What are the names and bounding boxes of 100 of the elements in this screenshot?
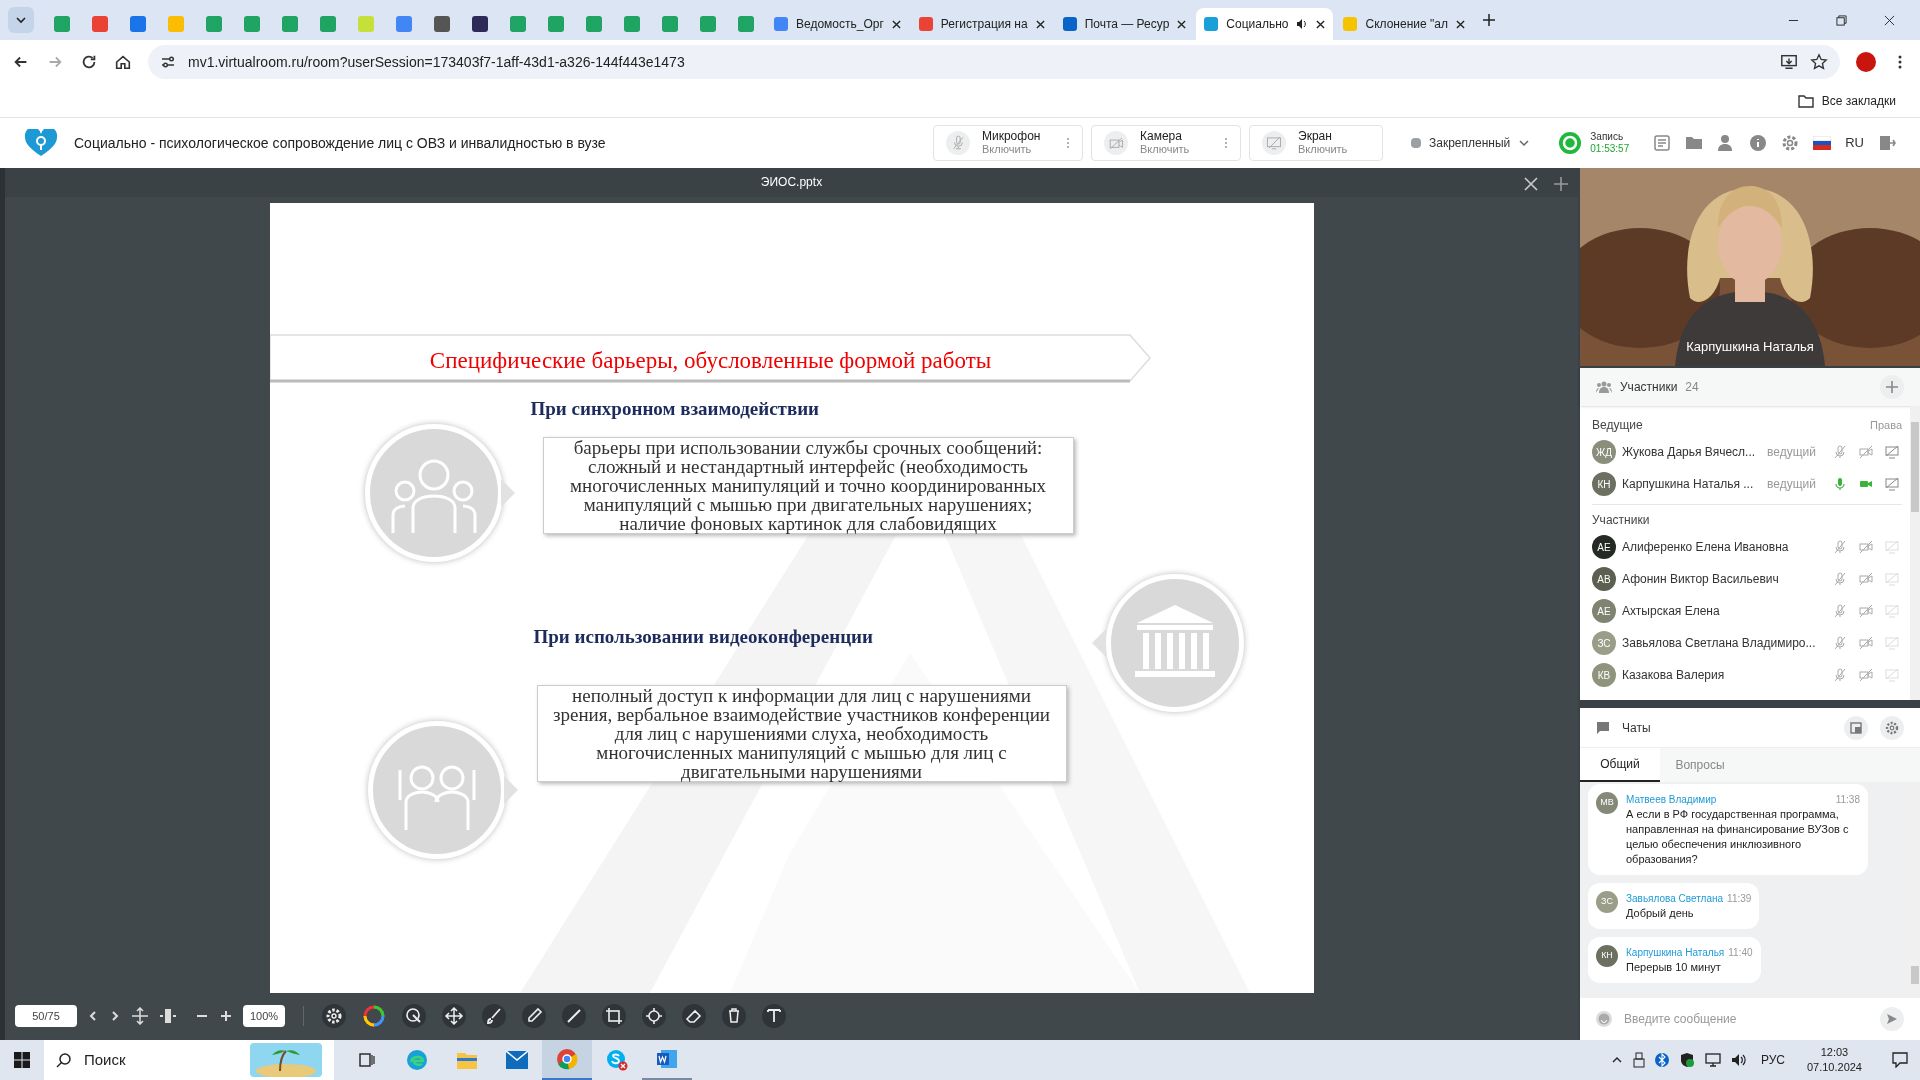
input-language[interactable]: РУС [1760,1051,1785,1069]
camera-off-icon[interactable] [1859,604,1873,618]
toggle-camera-button[interactable]: Камера Включить [1091,125,1241,161]
shield-icon[interactable] [1678,1052,1695,1068]
clock-date[interactable]: 07.10.2024 [1806,1060,1862,1075]
install-icon[interactable] [1780,53,1798,71]
browser-tab[interactable]: Почта — Ресур [1054,8,1195,40]
home-icon[interactable] [114,53,132,71]
star-icon[interactable] [1810,53,1828,71]
previous-icon[interactable] [87,1010,99,1023]
fit-width-icon[interactable] [159,1007,177,1026]
scrollbar[interactable] [1910,406,1920,700]
folder-icon[interactable] [1685,134,1704,152]
notes-icon[interactable] [1653,134,1672,152]
bluetooth-icon[interactable] [1654,1052,1669,1068]
text-tool-icon[interactable] [762,1004,786,1029]
screen-share-icon[interactable] [1885,445,1899,459]
close-icon[interactable] [1035,19,1045,29]
move-icon[interactable] [442,1004,466,1029]
next-icon[interactable] [109,1010,121,1023]
mic-off-icon[interactable] [1833,540,1847,554]
usb-icon[interactable] [1632,1052,1645,1068]
logo-icon [24,129,58,157]
brush-icon[interactable] [482,1004,506,1029]
mic-off-icon [946,131,970,155]
pencil-icon[interactable] [522,1004,546,1029]
browser-tab[interactable]: Социально [1196,8,1334,40]
taskbar-search[interactable]: Поиск [44,1040,334,1080]
crop-icon[interactable] [602,1004,626,1029]
address-bar[interactable]: mv1.virtualroom.ru/room?userSession=173403f7-1aff-43d1-a326-144f443e1473 [148,45,1840,79]
flag-icon[interactable] [1813,136,1832,150]
browser-tab[interactable]: Регистрация на [910,8,1053,40]
toggle-screen-button[interactable]: Экран Включить [1249,125,1383,161]
clock-time[interactable]: 12:03 [1820,1045,1849,1060]
info-icon[interactable] [1749,134,1768,152]
profile-avatar[interactable] [1856,52,1876,72]
close-icon[interactable] [1316,19,1326,29]
browser-tab[interactable]: Ведомость_Орг [766,8,909,40]
screen-share-icon[interactable] [1885,477,1899,491]
more-icon[interactable] [1224,137,1228,149]
text-box: неполный доступ к информации для лиц с нарушениями зрения, вербальное взаимодействие участников конференции для лиц с нарушениями слуха, необходимость многочисленных манипуляций с мышью для лиц с двигательными нарушениями [536,684,1067,782]
speaker-icon[interactable] [1730,1053,1747,1067]
author-name: Матвеев Владимир [1626,793,1717,807]
send-button[interactable] [1880,1007,1904,1031]
pinned-dropdown[interactable]: Закрепленный [1399,125,1543,161]
mic-off-icon[interactable] [1833,445,1847,459]
message-input[interactable]: Введите сообщение [1624,1010,1868,1028]
participant-name: Алиференко Елена Ивановна [1622,539,1790,556]
zoom-in-icon[interactable] [219,1009,233,1024]
exit-icon[interactable] [1878,134,1896,152]
trash-icon[interactable] [722,1004,746,1029]
mic-off-icon[interactable] [1833,572,1847,586]
camera-off-icon[interactable] [1859,572,1873,586]
mic-off-icon[interactable] [1833,636,1847,650]
fit-icon[interactable] [131,1007,149,1026]
emoji-icon[interactable] [1596,1011,1612,1027]
popout-button[interactable] [1844,715,1868,740]
mic-off-icon[interactable] [1833,604,1847,618]
target-icon[interactable] [642,1004,666,1029]
more-icon[interactable] [1066,137,1070,149]
all-bookmarks-link[interactable]: Все закладки [1821,91,1896,110]
settings-icon[interactable] [322,1004,346,1029]
plus-icon[interactable] [1554,177,1568,191]
camera-off-icon[interactable] [1859,445,1873,459]
tab-list-button[interactable] [8,7,34,33]
language-label[interactable]: RU [1845,133,1864,153]
color-picker-icon[interactable] [362,1004,386,1029]
author-name: Карпушкина Наталья [1626,946,1725,960]
camera-off-icon[interactable] [1859,668,1873,682]
reload-icon[interactable] [80,53,98,71]
people-icon [1596,381,1612,393]
camera-off-icon[interactable] [1859,540,1873,554]
settings-button[interactable] [1880,715,1904,740]
record-icon[interactable] [1558,131,1583,155]
windows-icon[interactable] [14,1052,30,1068]
mic-icon[interactable] [1833,477,1847,491]
network-icon[interactable] [1704,1053,1721,1067]
section-heading: При использовании видеоконференции [533,624,873,649]
new-tab-icon[interactable] [1482,14,1495,26]
panel-title: Чаты [1622,719,1651,737]
page-field[interactable]: 50/75 [15,1005,77,1028]
notifications-icon[interactable] [1892,1052,1908,1068]
role-label: ведущий [1767,476,1816,493]
camera-off-icon[interactable] [1859,636,1873,650]
zoom-field[interactable]: 100% [243,1005,285,1028]
search-placeholder: Поиск [84,1049,127,1070]
add-button[interactable] [1880,375,1904,399]
toggle-mic-button[interactable]: Микрофон Включить [933,125,1083,161]
close-icon[interactable] [1177,19,1187,29]
chat-tab[interactable]: Общий [1580,748,1660,782]
url-text: mv1.virtualroom.ru/room?userSession=173403f7-1aff-43d1-a326-144f443e1473 [188,52,685,72]
mic-off-icon[interactable] [1833,668,1847,682]
browser-tab[interactable]: Склонение "ал [1335,8,1473,40]
close-icon[interactable] [891,19,901,29]
pointer-icon[interactable] [402,1004,426,1029]
message-time: 11:40 [1728,946,1753,960]
eraser-icon[interactable] [682,1004,706,1029]
chrome-icon[interactable] [542,1040,592,1080]
close-icon[interactable] [1455,19,1465,29]
site-settings-icon[interactable] [160,54,176,70]
